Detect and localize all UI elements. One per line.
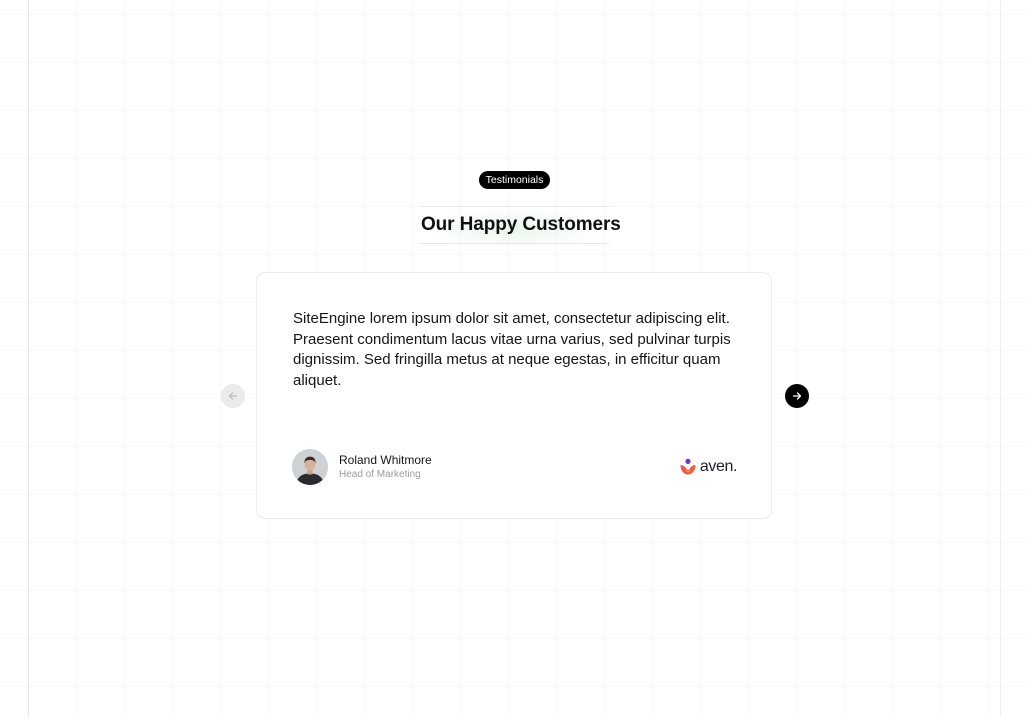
aven-logo-icon bbox=[680, 458, 696, 475]
left-grid-rule bbox=[28, 0, 29, 717]
next-testimonial-button[interactable] bbox=[785, 384, 809, 408]
right-grid-rule bbox=[1000, 0, 1001, 717]
testimonial-card: SiteEngine lorem ipsum dolor sit amet, c… bbox=[256, 272, 772, 519]
arrow-left-icon bbox=[228, 392, 238, 400]
company-name: aven. bbox=[699, 458, 738, 475]
testimonial-author: Roland Whitmore Head of Marketing bbox=[292, 449, 432, 485]
section-title: Our Happy Customers bbox=[421, 214, 621, 235]
company-logo: aven. bbox=[679, 457, 737, 477]
testimonial-quote: SiteEngine lorem ipsum dolor sit amet, c… bbox=[293, 310, 731, 389]
previous-testimonial-button[interactable] bbox=[221, 384, 245, 408]
author-details: Roland Whitmore Head of Marketing bbox=[339, 453, 432, 482]
author-avatar bbox=[292, 449, 328, 485]
author-role: Head of Marketing bbox=[339, 468, 421, 480]
person-avatar-icon bbox=[292, 449, 328, 485]
arrow-right-icon bbox=[792, 392, 802, 400]
section-badge: Testimonials bbox=[479, 171, 550, 189]
section-heading-wrap: Our Happy Customers bbox=[421, 206, 621, 244]
author-name: Roland Whitmore bbox=[339, 452, 432, 467]
